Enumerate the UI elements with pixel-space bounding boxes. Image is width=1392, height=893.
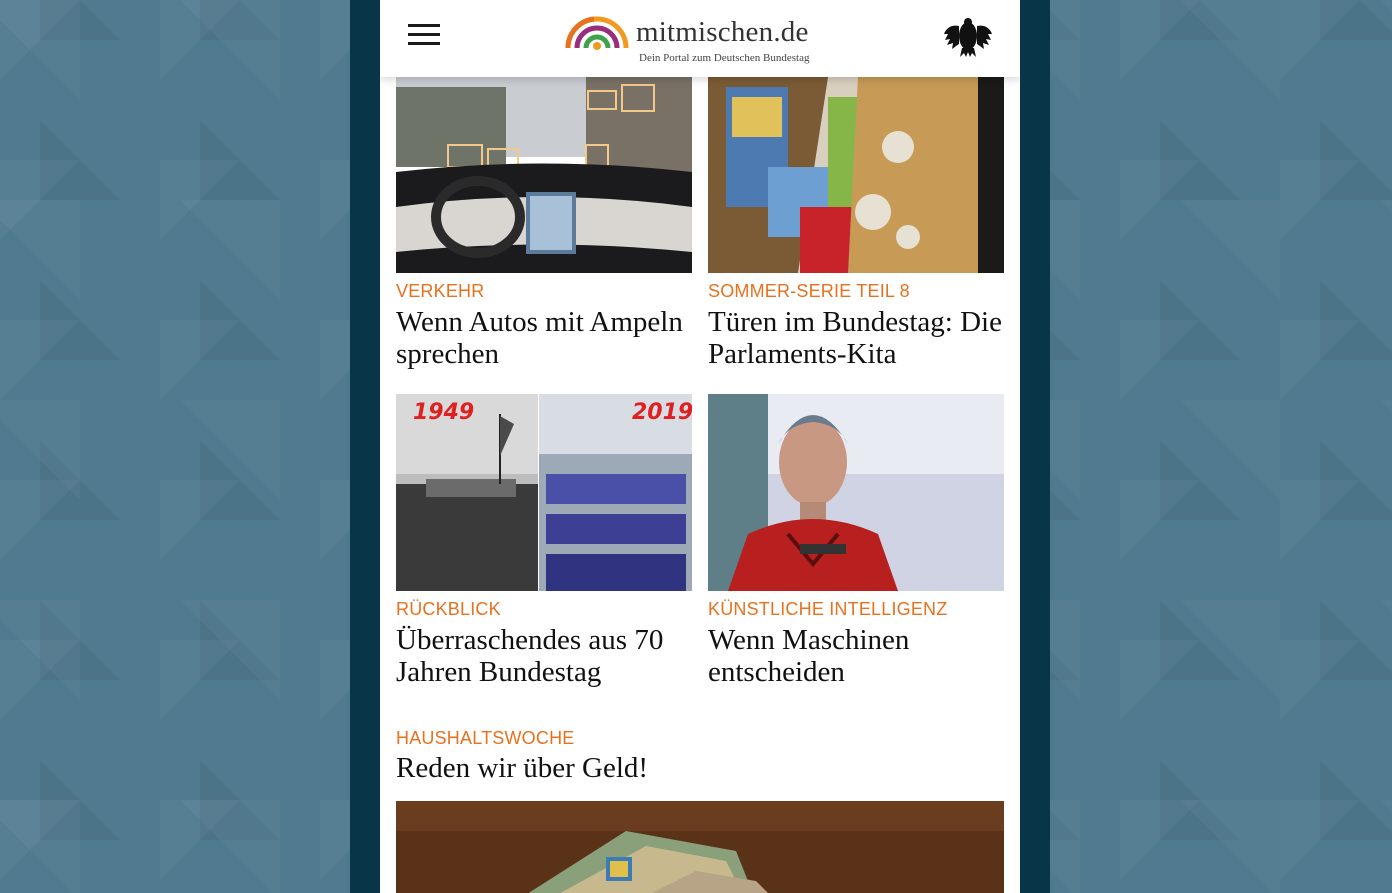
article-headline[interactable]: Wenn Autos mit Ampeln sprechen: [396, 306, 696, 370]
article-image-money[interactable]: [396, 801, 1004, 893]
hamburger-menu-icon[interactable]: [408, 24, 440, 46]
site-logo[interactable]: mitmischen.de Dein Portal zum Deutschen …: [564, 6, 840, 68]
site-header: mitmischen.de Dein Portal zum Deutschen …: [380, 0, 1020, 77]
article-image-bundestag-comparison[interactable]: 1949 2019: [396, 394, 692, 591]
article-kicker: KÜNSTLICHE INTELLIGENZ: [708, 599, 948, 619]
article-kicker: HAUSHALTSWOCHE: [396, 728, 575, 748]
article-kicker: RÜCKBLICK: [396, 599, 501, 619]
rainbow-logo-icon: [565, 16, 629, 50]
article-kicker: SOMMER-SERIE TEIL 8: [708, 281, 910, 301]
image-label-1949: 1949: [413, 400, 475, 425]
article-image-autonomous-car[interactable]: [396, 77, 692, 273]
article-image-kita-door[interactable]: [708, 77, 1004, 273]
article-headline[interactable]: Überraschendes aus 70 Jahren Bundestag: [396, 624, 706, 688]
bundestag-eagle-icon: [944, 18, 992, 57]
logo-text: mitmischen.de: [636, 16, 809, 48]
logo-subtitle: Dein Portal zum Deutschen Bundestag: [639, 52, 810, 64]
image-label-2019: 2019: [632, 400, 692, 425]
article-headline[interactable]: Reden wir über Geld!: [396, 752, 996, 784]
article-kicker: VERKEHR: [396, 281, 485, 301]
article-headline[interactable]: Wenn Maschinen entscheiden: [708, 624, 1008, 688]
article-image-robot-sophia[interactable]: [708, 394, 1004, 591]
content-column: mitmischen.de Dein Portal zum Deutschen …: [380, 0, 1020, 893]
article-headline[interactable]: Türen im Bundestag: Die Parlaments-Kita: [708, 306, 1008, 370]
